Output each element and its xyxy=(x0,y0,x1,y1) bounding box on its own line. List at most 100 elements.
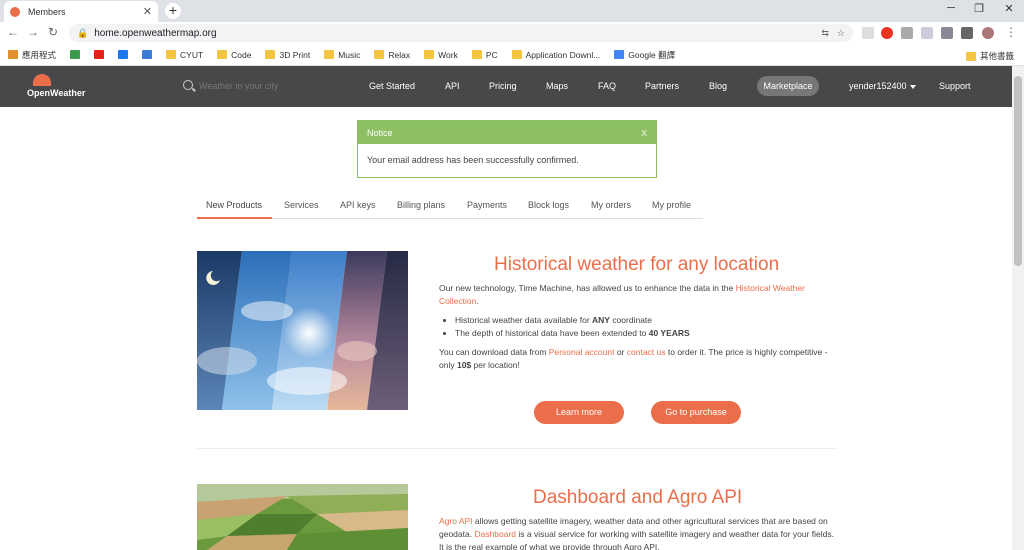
caret-down-icon xyxy=(909,84,916,89)
bookmark-item[interactable] xyxy=(94,50,108,59)
folder-icon xyxy=(374,50,385,59)
bookmark-label: Work xyxy=(438,49,458,60)
bookmark-label: PC xyxy=(485,49,498,60)
bookmark-item[interactable]: CYUT xyxy=(166,50,203,60)
notice-box: Notice x Your email address has been suc… xyxy=(357,120,657,178)
site-header: OpenWeather Get Started API Pricing Maps… xyxy=(0,66,1012,107)
browser-tab[interactable]: Members ✕ xyxy=(4,1,158,22)
bullet-text: The depth of historical data have been e… xyxy=(455,328,649,338)
list-item: Historical weather data available for AN… xyxy=(455,314,690,327)
bookmark-label: Code xyxy=(231,49,252,60)
active-tab-underline xyxy=(197,217,272,219)
bookmark-item[interactable]: Google 翻譯 xyxy=(614,49,675,61)
bookmark-label: Relax xyxy=(388,49,411,60)
page-scrollbar[interactable] xyxy=(1012,66,1024,550)
url-text[interactable]: home.openweathermap.org xyxy=(94,28,813,39)
extension-icon[interactable] xyxy=(941,27,953,39)
bullet-text: Historical weather data available for xyxy=(455,315,593,325)
historical-weather-title: Historical weather for any location xyxy=(494,254,780,275)
personal-account-link[interactable]: Personal account xyxy=(549,347,615,357)
tab-close-icon[interactable]: ✕ xyxy=(143,5,152,18)
folder-icon xyxy=(965,51,976,61)
bookmark-star-icon[interactable]: ☆ xyxy=(837,28,845,39)
maximize-icon[interactable]: ❐ xyxy=(970,2,988,15)
extension-icon[interactable] xyxy=(921,27,933,39)
bookmark-icon xyxy=(70,50,81,59)
tab-block-logs[interactable]: Block logs xyxy=(528,200,569,210)
back-icon[interactable]: ← xyxy=(6,25,20,39)
nav-get-started[interactable]: Get Started xyxy=(369,81,415,91)
extension-icon[interactable] xyxy=(862,27,874,39)
minimize-icon[interactable]: ─ xyxy=(942,2,960,14)
bookmark-item[interactable]: Code xyxy=(217,50,251,60)
extension-icon[interactable] xyxy=(881,27,893,39)
go-to-purchase-button[interactable]: Go to purchase xyxy=(651,401,741,424)
bookmark-item[interactable] xyxy=(142,50,156,59)
folder-icon xyxy=(265,50,276,59)
bookmark-item[interactable] xyxy=(70,50,84,59)
folder-icon xyxy=(511,50,522,59)
nav-maps[interactable]: Maps xyxy=(546,81,568,91)
other-bookmarks[interactable]: 其他書籤 xyxy=(965,50,1014,62)
nav-faq[interactable]: FAQ xyxy=(598,81,616,91)
menu-dots-icon[interactable]: ⋮ xyxy=(1004,25,1018,39)
extensions-puzzle-icon[interactable] xyxy=(961,27,973,39)
dashboard-link[interactable]: Dashboard xyxy=(474,529,516,539)
bookmark-item[interactable]: 3D Print xyxy=(265,50,310,60)
notice-title: Notice xyxy=(367,128,393,138)
tab-new-products[interactable]: New Products xyxy=(206,200,262,210)
notice-close-icon[interactable]: x xyxy=(642,127,648,139)
folder-icon xyxy=(217,50,228,59)
nav-blog[interactable]: Blog xyxy=(709,81,727,91)
intro-end: . xyxy=(476,296,479,306)
extension-icon[interactable] xyxy=(901,27,913,39)
tab-my-profile[interactable]: My profile xyxy=(652,200,691,210)
folder-icon xyxy=(424,50,435,59)
tab-api-keys[interactable]: API keys xyxy=(340,200,376,210)
new-tab-button[interactable]: + xyxy=(165,3,181,19)
bookmark-item[interactable]: 應用程式 xyxy=(8,49,56,61)
openweather-logo[interactable]: OpenWeather xyxy=(27,71,97,103)
logo-sun-icon xyxy=(33,74,51,86)
tab-billing-plans[interactable]: Billing plans xyxy=(397,200,445,210)
learn-more-button[interactable]: Learn more xyxy=(534,401,624,424)
nav-partners[interactable]: Partners xyxy=(645,81,679,91)
tab-my-orders[interactable]: My orders xyxy=(591,200,631,210)
price-text: 10$ xyxy=(456,360,472,370)
bookmark-icon xyxy=(118,50,129,59)
folder-icon xyxy=(324,50,335,59)
nav-marketplace-button[interactable]: Marketplace xyxy=(757,76,819,96)
agro-api-link[interactable]: Agro API xyxy=(439,516,473,526)
download-text: You can download data from xyxy=(439,347,549,357)
nav-api[interactable]: API xyxy=(445,81,460,91)
bookmark-label: 3D Print xyxy=(279,49,311,60)
bookmark-item[interactable]: Relax xyxy=(374,50,410,60)
search-input[interactable] xyxy=(199,78,339,94)
bookmark-icon xyxy=(94,50,105,59)
user-menu[interactable]: yender152400 xyxy=(849,81,916,91)
bookmark-item[interactable] xyxy=(118,50,132,59)
list-item: The depth of historical data have been e… xyxy=(455,327,690,340)
browser-tab-title: Members xyxy=(28,6,66,17)
translate-icon[interactable]: ⇆ xyxy=(821,28,829,39)
bookmark-item[interactable]: Application Downl... xyxy=(511,50,600,60)
agro-fields-image xyxy=(197,484,408,550)
tab-services[interactable]: Services xyxy=(284,200,319,210)
nav-pricing[interactable]: Pricing xyxy=(489,81,517,91)
bookmark-item[interactable]: Work xyxy=(424,50,458,60)
window-close-icon[interactable]: ✕ xyxy=(1000,2,1018,15)
contact-us-link[interactable]: contact us xyxy=(627,347,666,357)
profile-avatar[interactable] xyxy=(982,27,994,39)
scrollbar-thumb[interactable] xyxy=(1014,76,1022,266)
bookmark-item[interactable]: Music xyxy=(324,50,360,60)
nav-support[interactable]: Support xyxy=(939,81,971,91)
agro-api-description: Agro API allows getting satellite imager… xyxy=(439,515,834,550)
bookmark-item[interactable]: PC xyxy=(471,49,498,60)
account-tabs: New Products Services API keys Billing p… xyxy=(197,194,703,219)
omnibox[interactable]: 🔒 home.openweathermap.org ⇆ ☆ xyxy=(69,24,853,42)
download-text: per location! xyxy=(471,360,520,370)
forward-icon[interactable]: → xyxy=(26,25,40,39)
other-bookmarks-label: 其他書籤 xyxy=(979,51,1014,61)
tab-payments[interactable]: Payments xyxy=(467,200,507,210)
reload-icon[interactable]: ↻ xyxy=(46,25,60,39)
